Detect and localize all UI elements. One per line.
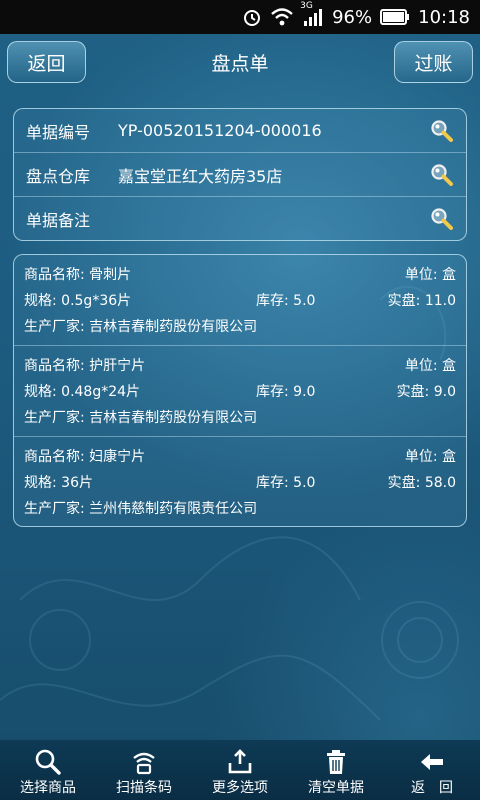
- item-manufacturer: 生产厂家: 吉林吉春制药股份有限公司: [24, 410, 258, 426]
- doc-number-row[interactable]: 单据编号 YP-00520151204-000016: [14, 109, 466, 153]
- scan-icon: [133, 752, 155, 775]
- item-actual-count: 实盘: 9.0: [396, 384, 456, 400]
- clear-document-label: 清空单据: [308, 780, 364, 796]
- post-button[interactable]: 过账: [394, 41, 473, 83]
- list-item[interactable]: 商品名称: 骨刺片 单位: 盒 规格: 0.5g*36片 库存: 5.0 实盘:…: [14, 255, 466, 346]
- upload-icon: [228, 749, 252, 774]
- alarm-icon: [242, 7, 262, 27]
- battery-percent: 96%: [332, 6, 373, 28]
- select-product-label: 选择商品: [20, 780, 76, 796]
- search-icon: [35, 749, 61, 775]
- item-spec: 规格: 0.48g*24片: [24, 384, 141, 400]
- remark-row[interactable]: 单据备注: [14, 197, 466, 241]
- doc-number-value: YP-00520151204-000016: [118, 121, 322, 140]
- more-options-label: 更多选项: [212, 780, 268, 796]
- doc-number-label: 单据编号: [26, 122, 91, 142]
- scan-barcode-button[interactable]: 扫描条码: [96, 740, 192, 800]
- select-product-button[interactable]: 选择商品: [0, 740, 96, 800]
- item-unit: 单位: 盒: [404, 267, 456, 283]
- warehouse-row[interactable]: 盘点仓库 嘉宝堂正红大药房35店: [14, 153, 466, 197]
- item-stock: 库存: 9.0: [256, 384, 316, 400]
- list-item[interactable]: 商品名称: 妇康宁片 单位: 盒 规格: 36片 库存: 5.0 实盘: 58.…: [14, 437, 466, 528]
- search-icon[interactable]: [430, 163, 454, 187]
- signal-icon: 3G: [300, 1, 324, 27]
- return-button[interactable]: 返 回: [384, 740, 480, 800]
- item-manufacturer: 生产厂家: 吉林吉春制药股份有限公司: [24, 319, 258, 335]
- clock: 10:18: [418, 6, 470, 28]
- item-name: 商品名称: 护肝宁片: [24, 358, 146, 374]
- item-stock: 库存: 5.0: [256, 475, 316, 491]
- back-arrow-icon: [421, 754, 443, 770]
- item-name: 商品名称: 妇康宁片: [24, 449, 146, 465]
- clear-document-button[interactable]: 清空单据: [288, 740, 384, 800]
- item-spec: 规格: 36片: [24, 475, 93, 491]
- network-type: 3G: [300, 1, 313, 11]
- item-name: 商品名称: 骨刺片: [24, 267, 132, 283]
- scan-barcode-label: 扫描条码: [116, 780, 172, 796]
- wifi-icon: [270, 7, 294, 27]
- return-label: 返 回: [411, 780, 453, 796]
- list-item[interactable]: 商品名称: 护肝宁片 单位: 盒 规格: 0.48g*24片 库存: 9.0 实…: [14, 346, 466, 437]
- more-options-button[interactable]: 更多选项: [192, 740, 288, 800]
- trash-icon: [327, 750, 345, 774]
- item-actual-count: 实盘: 58.0: [387, 475, 456, 491]
- warehouse-value: 嘉宝堂正红大药房35店: [118, 166, 283, 186]
- title-bar: 盘点单 返回 过账: [0, 34, 480, 90]
- battery-icon: [380, 9, 410, 25]
- document-header-panel: 单据编号 YP-00520151204-000016 盘点仓库 嘉宝堂正红大药房…: [13, 108, 467, 241]
- item-actual-count: 实盘: 11.0: [387, 293, 456, 309]
- bottom-toolbar: 选择商品 扫描条码 更多选项 清空单据 返 回: [0, 740, 480, 800]
- item-stock: 库存: 5.0: [256, 293, 316, 309]
- warehouse-label: 盘点仓库: [26, 166, 91, 186]
- remark-label: 单据备注: [26, 211, 91, 230]
- item-unit: 单位: 盒: [404, 449, 456, 465]
- item-list: 商品名称: 骨刺片 单位: 盒 规格: 0.5g*36片 库存: 5.0 实盘:…: [13, 254, 467, 527]
- item-spec: 规格: 0.5g*36片: [24, 293, 132, 309]
- status-bar: 3G 96% 10:18: [0, 0, 480, 34]
- item-unit: 单位: 盒: [404, 358, 456, 374]
- search-icon[interactable]: [430, 119, 454, 143]
- back-button[interactable]: 返回: [7, 41, 86, 83]
- item-manufacturer: 生产厂家: 兰州伟慈制药有限责任公司: [24, 501, 258, 517]
- search-icon[interactable]: [430, 207, 454, 231]
- app-screen: 3G 96% 10:18 盘点单 返回 过账 单据编号 YP-005201512…: [0, 0, 480, 800]
